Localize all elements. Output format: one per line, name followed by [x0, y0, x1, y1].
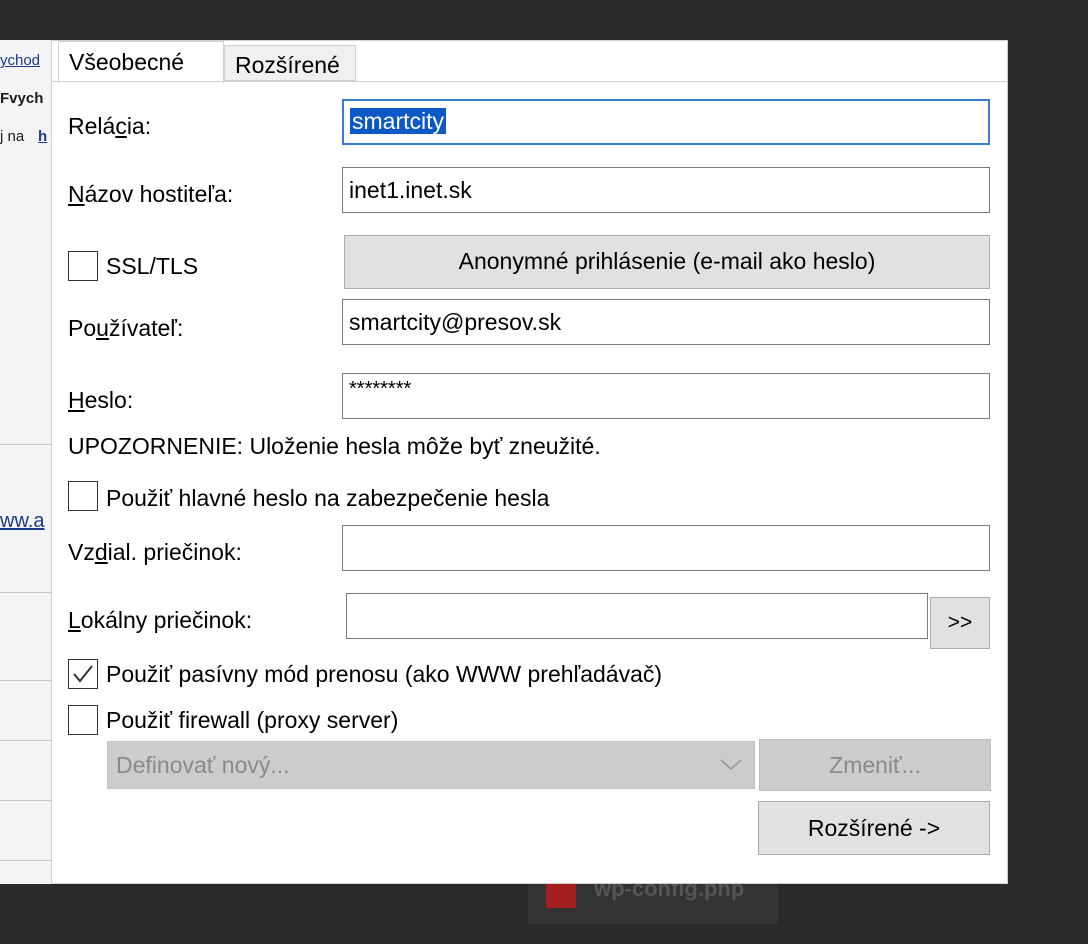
background-divider [0, 592, 52, 593]
host-input[interactable]: inet1.inet.sk [342, 167, 990, 213]
master-password-checkbox[interactable] [68, 481, 98, 511]
background-page [0, 40, 52, 884]
background-divider [0, 860, 52, 861]
password-label: Heslo: [68, 387, 133, 414]
remote-folder-input[interactable] [342, 525, 990, 571]
host-label: Názov hostiteľa: [68, 181, 233, 208]
host-label-accesskey: N [68, 181, 85, 207]
user-input[interactable]: smartcity@presov.sk [342, 299, 990, 345]
local-folder-label-text: okálny priečinok: [80, 607, 253, 633]
proxy-select-value: Definovať nový... [116, 752, 290, 778]
master-password-label: Použiť hlavné heslo na zabezpečenie hesl… [106, 485, 550, 511]
background-divider [0, 444, 52, 445]
ssl-label: SSL/TLS [106, 253, 199, 279]
host-label-text: ázov hostiteľa: [84, 181, 234, 207]
background-link: ww.a [0, 510, 45, 532]
user-label-accesskey: u [96, 315, 109, 341]
session-value: smartcity [350, 108, 446, 134]
password-label-text: eslo: [84, 387, 134, 413]
background-divider [0, 740, 52, 741]
background-text: Fvych [0, 90, 44, 107]
checkmark-icon [73, 665, 93, 683]
passive-mode-checkbox[interactable] [68, 659, 98, 689]
remote-folder-label-accesskey: d [94, 539, 108, 565]
background-divider [0, 680, 52, 681]
remote-folder-label: Vzdial. priečinok: [68, 539, 242, 566]
background-text: j na [0, 128, 25, 145]
browse-button[interactable]: >> [930, 597, 990, 649]
user-label-text: žívateľ: [108, 315, 184, 341]
proxy-select[interactable]: Definovať nový... [107, 741, 755, 789]
ssl-checkbox[interactable] [68, 251, 98, 281]
site-settings-dialog: Rozšírené Všeobecné Relácia: smartcity N… [51, 40, 1008, 884]
tab-general[interactable]: Všeobecné [58, 41, 224, 83]
background-divider [0, 800, 52, 801]
anonymous-login-button[interactable]: Anonymné prihlásenie (e-mail ako heslo) [344, 235, 990, 289]
local-folder-label: Lokálny priečinok: [68, 607, 252, 634]
session-label-accesskey: c [115, 113, 127, 139]
password-input[interactable]: ******** [342, 373, 990, 419]
tab-divider [52, 81, 1007, 82]
remote-folder-label-text: ial. priečinok: [107, 539, 242, 565]
user-label: Používateľ: [68, 315, 183, 342]
background-link: h [38, 128, 48, 145]
advanced-button[interactable]: Rozšírené -> [758, 801, 990, 855]
chevron-down-icon [720, 759, 742, 771]
password-label-accesskey: H [68, 387, 85, 413]
change-button[interactable]: Zmeniť... [759, 739, 991, 791]
local-folder-input[interactable] [346, 593, 928, 639]
passive-mode-label: Použiť pasívny mód prenosu (ako WWW preh… [106, 661, 663, 687]
password-warning: UPOZORNENIE: Uloženie hesla môže byť zne… [68, 433, 601, 459]
session-label: Relácia: [68, 113, 151, 140]
user-label-text: Po [68, 315, 97, 341]
local-folder-label-accesskey: L [68, 607, 81, 633]
session-input[interactable]: smartcity [342, 99, 990, 145]
remote-folder-label-text: Vz [68, 539, 95, 565]
background-link: ychod [0, 52, 41, 69]
session-label-text: ia: [126, 113, 152, 139]
session-label-text: Relá [68, 113, 116, 139]
firewall-checkbox[interactable] [68, 705, 98, 735]
firewall-label: Použiť firewall (proxy server) [106, 707, 399, 733]
tab-advanced[interactable]: Rozšírené [224, 45, 356, 81]
